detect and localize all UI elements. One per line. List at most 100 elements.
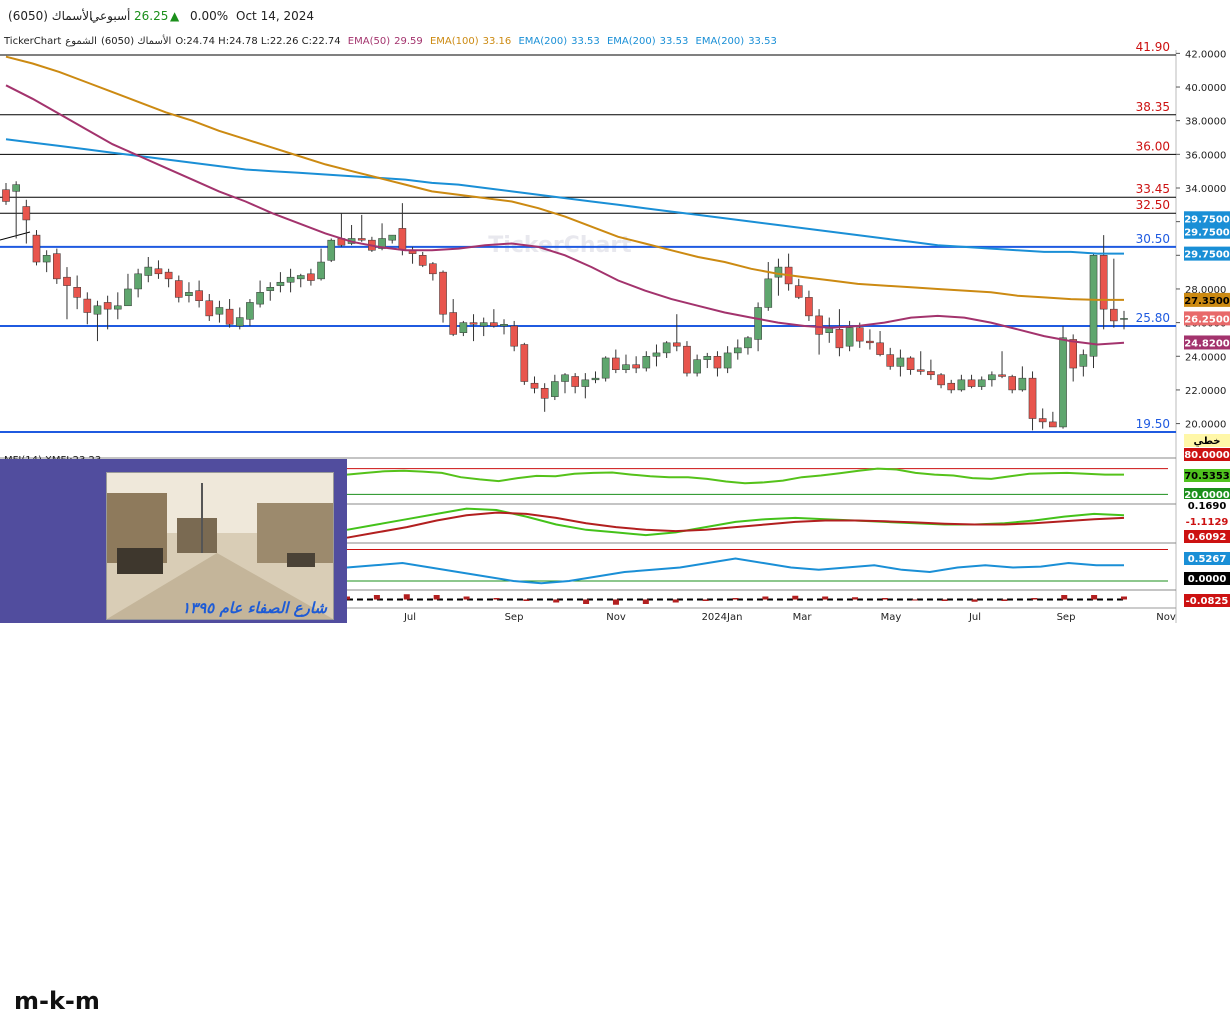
candle-body [449, 312, 458, 335]
candle-body [154, 268, 163, 275]
candle-body [1038, 418, 1047, 423]
trend-line [0, 231, 31, 241]
candle-body [571, 376, 579, 387]
histogram-bar [941, 599, 948, 601]
candle-body [744, 337, 752, 349]
candle-body [500, 324, 508, 327]
candle-body [1110, 308, 1118, 322]
candle-body [540, 387, 549, 399]
candle-body [693, 359, 701, 374]
candle-body [83, 298, 92, 313]
candle-body [1089, 255, 1098, 357]
candle-body [398, 228, 407, 251]
candle-body [967, 379, 976, 387]
ema100-label[interactable]: EMA(100) [430, 36, 479, 47]
candle-body [998, 374, 1006, 377]
histogram-bar [792, 595, 799, 600]
candle-body [113, 305, 122, 310]
ema200-label-2[interactable]: EMA(200) [607, 36, 656, 47]
indicator-series-line [346, 507, 1125, 537]
price-tag-label: 27.3500 [1184, 296, 1230, 307]
x-tick-label: Nov [1156, 612, 1176, 623]
candle-body [459, 322, 468, 333]
ema50-label[interactable]: EMA(50) [348, 36, 390, 47]
candle-body [22, 206, 31, 221]
candle-body [632, 364, 640, 369]
x-tick-label: Nov [606, 612, 626, 623]
candle-body [845, 327, 854, 347]
y-tick-label: 40.0000 [1185, 83, 1226, 94]
candle-body [246, 302, 254, 320]
candle-body [1028, 377, 1037, 419]
histogram-bar [433, 595, 440, 600]
candle-body [124, 288, 132, 307]
candle-body [215, 307, 224, 315]
candle-body [1059, 337, 1067, 428]
histogram-bar [553, 599, 560, 603]
ema50-line [5, 84, 1125, 346]
candle-body [662, 342, 671, 354]
y-tick-label: 20.0000 [1185, 420, 1226, 431]
level-label: 33.45 [1136, 182, 1170, 196]
candle-body [876, 342, 884, 355]
ticker-name[interactable]: الأسماك (6050) [8, 9, 92, 23]
histogram-bar [852, 597, 859, 600]
candle-body [937, 374, 945, 386]
candle-body [1018, 377, 1027, 391]
histogram-bar [881, 598, 888, 600]
histogram-bar [1091, 595, 1098, 600]
candle-body [551, 381, 559, 397]
indicator-tag-label: 0.0000 [1188, 574, 1227, 585]
x-tick-label: Sep [505, 612, 524, 623]
candle-body [276, 281, 285, 286]
candle-body [561, 374, 569, 382]
level-label: 30.50 [1136, 232, 1170, 246]
candle-body [256, 292, 264, 305]
candle-body [1049, 421, 1057, 428]
ema200-label[interactable]: EMA(200) [518, 36, 567, 47]
candle-body [947, 382, 956, 391]
candle-body [703, 356, 712, 360]
candle-body [439, 271, 447, 315]
candle-body [642, 356, 651, 369]
x-tick-label: Jul [968, 612, 981, 623]
indicator-series-line [346, 511, 1125, 539]
photo-illustration [107, 473, 333, 619]
price-tag-label: 29.7500 [1184, 228, 1230, 239]
candle-body [73, 287, 81, 298]
candle-body [42, 255, 51, 263]
indicator-tag-label: -0.0825 [1186, 596, 1229, 607]
histogram-bar [1061, 595, 1068, 600]
candle-body [988, 374, 996, 381]
ema200-label-3[interactable]: EMA(200) [696, 36, 745, 47]
indicator-tag-label: 0.5267 [1188, 554, 1227, 565]
candle-body [866, 340, 874, 344]
y-tick-label: 42.0000 [1185, 49, 1226, 60]
candle-body [805, 297, 813, 317]
up-arrow-icon: ▲ [170, 9, 180, 23]
y-tick-label: 22.0000 [1185, 386, 1226, 397]
candle-body [815, 315, 823, 335]
histogram-bar [822, 596, 829, 600]
author-label: m-k-m [14, 987, 100, 1015]
indicator-series-line [346, 467, 1124, 485]
x-tick-label: Mar [793, 612, 813, 623]
ema200-value-2: 33.53 [659, 36, 689, 47]
candle-body [612, 357, 620, 370]
period-selector[interactable]: أسبوعي [90, 9, 130, 23]
candle-body [672, 342, 681, 347]
last-price: 26.25 [134, 9, 169, 23]
candle-body [601, 357, 610, 379]
ema100-line [5, 55, 1124, 301]
histogram-bar [1031, 598, 1038, 600]
change-percent: 0.00% [190, 9, 229, 23]
candle-body [429, 263, 437, 275]
candle-body [530, 382, 539, 389]
candle-body [754, 307, 762, 340]
candle-body [886, 354, 895, 367]
candle-body [510, 325, 518, 347]
ema50-value: 29.59 [394, 36, 423, 47]
x-tick-label: Sep [1057, 612, 1076, 623]
candle-body [683, 345, 691, 374]
y-tick-label: 34.0000 [1185, 184, 1226, 195]
